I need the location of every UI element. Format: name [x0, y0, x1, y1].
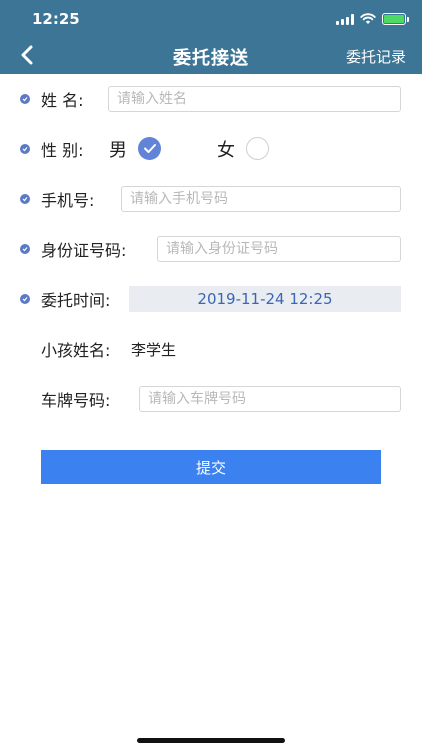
name-label: 姓 名:	[41, 91, 84, 110]
required-check-icon	[20, 194, 30, 204]
child-name-label: 小孩姓名:	[41, 341, 111, 360]
wifi-icon	[360, 13, 376, 24]
required-check-icon	[20, 94, 30, 104]
battery-icon	[382, 13, 409, 25]
id-card-label: 身份证号码:	[41, 241, 127, 260]
id-card-row: 身份证号码:	[0, 234, 422, 264]
gender-male-radio[interactable]	[138, 137, 161, 160]
entrust-time-label: 委托时间:	[41, 291, 111, 310]
gender-female-radio[interactable]	[246, 137, 269, 160]
home-indicator	[137, 738, 285, 743]
required-check-icon	[20, 144, 30, 154]
entrust-time-picker[interactable]: 2019-11-24 12:25	[129, 286, 401, 312]
child-name-value: 李学生	[131, 340, 177, 359]
entrust-record-link[interactable]: 委托记录	[346, 46, 406, 67]
phone-input[interactable]	[121, 186, 401, 212]
cellular-signal-icon	[336, 13, 354, 25]
id-card-input[interactable]	[157, 236, 401, 262]
child-name-row: 小孩姓名: 李学生	[0, 334, 422, 364]
check-icon	[143, 144, 156, 153]
phone-row: 手机号:	[0, 184, 422, 214]
gender-row: 性 别: 男 女	[0, 134, 422, 164]
required-check-icon	[20, 294, 30, 304]
submit-button[interactable]: 提交	[41, 450, 381, 484]
gender-label: 性 别:	[41, 141, 84, 160]
name-input[interactable]	[108, 86, 401, 112]
phone-label: 手机号:	[41, 191, 95, 210]
entrust-time-row: 委托时间: 2019-11-24 12:25	[0, 284, 422, 314]
header-bar: 12:25 委托接送 委托记录	[0, 0, 422, 74]
plate-input[interactable]	[139, 386, 401, 412]
gender-female-label: 女	[217, 140, 235, 161]
plate-row: 车牌号码:	[0, 384, 422, 414]
plate-label: 车牌号码:	[41, 391, 111, 410]
status-time: 12:25	[32, 10, 80, 28]
gender-male-label: 男	[109, 140, 127, 161]
required-check-icon	[20, 244, 30, 254]
name-row: 姓 名:	[0, 84, 422, 114]
status-icons	[336, 13, 409, 25]
